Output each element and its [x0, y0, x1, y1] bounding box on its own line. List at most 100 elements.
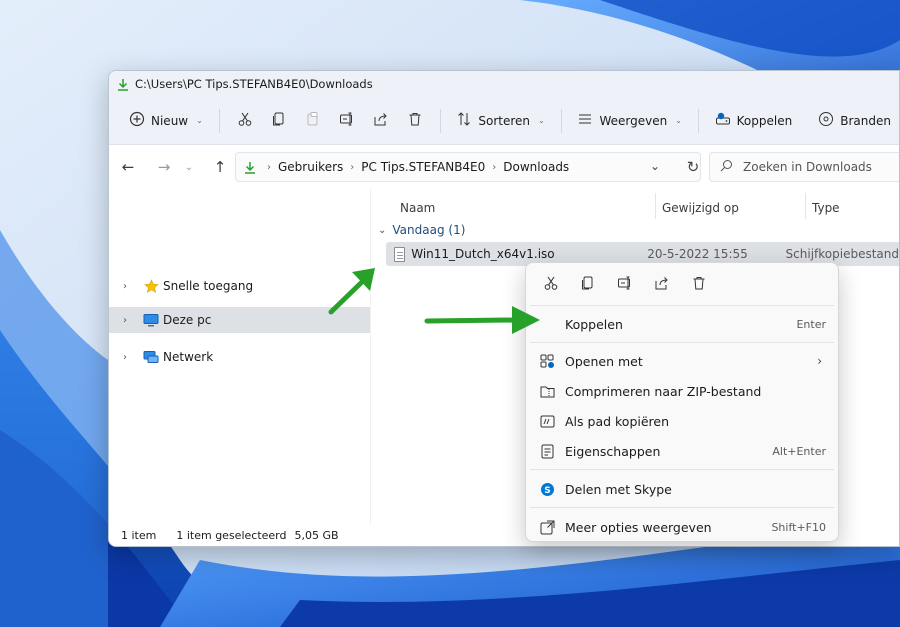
burn-button[interactable]: Branden [810, 105, 899, 137]
breadcrumb-item[interactable]: Gebruikers [278, 160, 343, 174]
rename-icon [617, 275, 633, 294]
recent-locations-button[interactable]: ⌄ [179, 152, 199, 182]
chevron-down-icon[interactable]: ⌄ [650, 159, 660, 173]
command-bar: Nieuw ⌄ Sorteren ⌄ Weergeven ⌄ Koppelen … [109, 97, 899, 145]
paste-button[interactable] [296, 105, 330, 137]
file-type: Schijfkopiebestand [785, 247, 899, 261]
search-input[interactable]: Zoeken in Downloads [709, 152, 899, 182]
copy-icon [580, 275, 596, 294]
up-button[interactable]: ↑ [205, 152, 235, 182]
menu-item-copy-as-path[interactable]: Als pad kopiëren [530, 406, 834, 436]
chevron-right-icon[interactable]: › [117, 315, 133, 326]
share-icon [373, 111, 389, 130]
toolbar-divider [218, 108, 220, 133]
new-label: Nieuw [151, 113, 189, 128]
navigation-pane: › Snelle toegang › Deze pc › Netwerk [109, 189, 371, 524]
open-with-icon [538, 352, 556, 370]
menu-item-more-options[interactable]: Meer opties weergeven Shift+F10 [530, 512, 834, 542]
menu-item-mount[interactable]: Koppelen Enter [530, 309, 834, 339]
arrow-left-icon: ← [121, 158, 135, 176]
back-button[interactable]: ← [113, 152, 143, 182]
navigation-bar: ← → ⌄ ↑ › Gebruikers › PC Tips.STEFANB4E… [109, 145, 899, 189]
annotation-arrow-to-mount [424, 306, 540, 334]
column-header-name[interactable]: Naam [400, 195, 650, 221]
menu-item-shortcut: Shift+F10 [771, 520, 826, 534]
menu-item-open-with[interactable]: Openen met › [530, 346, 834, 376]
menu-item-label: Koppelen [565, 316, 623, 332]
ctx-delete-button[interactable] [684, 269, 714, 299]
search-placeholder: Zoeken in Downloads [743, 160, 872, 174]
new-button[interactable]: Nieuw ⌄ [121, 105, 211, 137]
chevron-down-icon: ⌄ [184, 161, 194, 173]
cut-icon [237, 111, 253, 130]
ctx-copy-button[interactable] [573, 269, 603, 299]
cut-button[interactable] [228, 105, 262, 137]
delete-icon [407, 111, 423, 130]
computer-icon [143, 312, 159, 328]
ctx-cut-button[interactable] [536, 269, 566, 299]
copy-button[interactable] [262, 105, 296, 137]
chevron-right-icon[interactable]: › [117, 352, 133, 363]
svg-text:S: S [544, 486, 550, 496]
menu-item-label: Als pad kopiëren [565, 413, 670, 429]
sidebar-item-label: Deze pc [163, 313, 212, 327]
context-quick-actions [526, 263, 838, 305]
refresh-icon: ↻ [686, 158, 700, 176]
menu-item-compress-zip[interactable]: Comprimeren naar ZIP-bestand [530, 376, 834, 406]
column-header-modified[interactable]: Gewijzigd op [662, 195, 802, 221]
breadcrumb-separator: › [492, 161, 497, 173]
view-label: Weergeven [599, 113, 668, 128]
chevron-down-icon: ⌄ [378, 224, 387, 236]
breadcrumb-separator: › [267, 161, 271, 173]
chevron-down-icon: ⌄ [196, 116, 203, 125]
menu-divider [530, 342, 834, 343]
disc-drive-icon [715, 111, 731, 130]
column-divider[interactable] [655, 193, 656, 219]
chevron-down-icon: ⌄ [675, 116, 682, 125]
network-icon [143, 349, 159, 365]
paste-icon [305, 111, 321, 130]
column-header-type[interactable]: Type [812, 195, 899, 221]
menu-item-label: Delen met Skype [565, 481, 672, 497]
forward-button[interactable]: → [149, 152, 179, 182]
delete-button[interactable] [398, 105, 432, 137]
group-header-today[interactable]: ⌄ Vandaag (1) [378, 223, 465, 237]
menu-divider [530, 469, 834, 470]
ctx-rename-button[interactable] [610, 269, 640, 299]
menu-item-shortcut: Alt+Enter [772, 444, 826, 458]
sort-icon [456, 111, 472, 130]
view-button[interactable]: Weergeven ⌄ [569, 105, 689, 137]
delete-icon [691, 275, 707, 294]
chevron-right-icon[interactable]: › [117, 281, 133, 292]
share-icon [654, 275, 670, 294]
refresh-button[interactable]: ↻ [681, 152, 705, 182]
menu-divider [530, 507, 834, 508]
column-header-label: Type [812, 201, 840, 215]
breadcrumb-item[interactable]: PC Tips.STEFANB4E0 [361, 160, 485, 174]
column-divider[interactable] [805, 193, 806, 219]
file-name: Win11_Dutch_x64v1.iso [411, 247, 555, 261]
plus-circle-icon [129, 111, 145, 130]
rename-button[interactable] [330, 105, 364, 137]
zip-folder-icon [538, 382, 556, 400]
toolbar-divider [560, 108, 562, 133]
menu-item-properties[interactable]: Eigenschappen Alt+Enter [530, 436, 834, 466]
chevron-down-icon: ⌄ [538, 116, 545, 125]
breadcrumb-item[interactable]: Downloads [503, 160, 569, 174]
sidebar-item-network[interactable]: › Netwerk [109, 344, 371, 370]
status-size: 5,05 GB [294, 528, 339, 542]
properties-icon [538, 442, 556, 460]
ctx-share-button[interactable] [647, 269, 677, 299]
share-button[interactable] [364, 105, 398, 137]
toolbar-divider [439, 108, 441, 133]
copy-icon [271, 111, 287, 130]
address-bar[interactable]: › Gebruikers › PC Tips.STEFANB4E0 › Down… [235, 152, 701, 182]
sort-button[interactable]: Sorteren ⌄ [448, 105, 552, 137]
breadcrumb-separator: › [350, 161, 355, 173]
menu-item-share-skype[interactable]: S Delen met Skype [530, 474, 834, 504]
burn-label: Branden [840, 113, 891, 128]
mount-button[interactable]: Koppelen [707, 105, 801, 137]
skype-icon: S [538, 480, 556, 498]
iso-file-icon [394, 246, 406, 262]
arrow-right-icon: → [157, 158, 171, 176]
